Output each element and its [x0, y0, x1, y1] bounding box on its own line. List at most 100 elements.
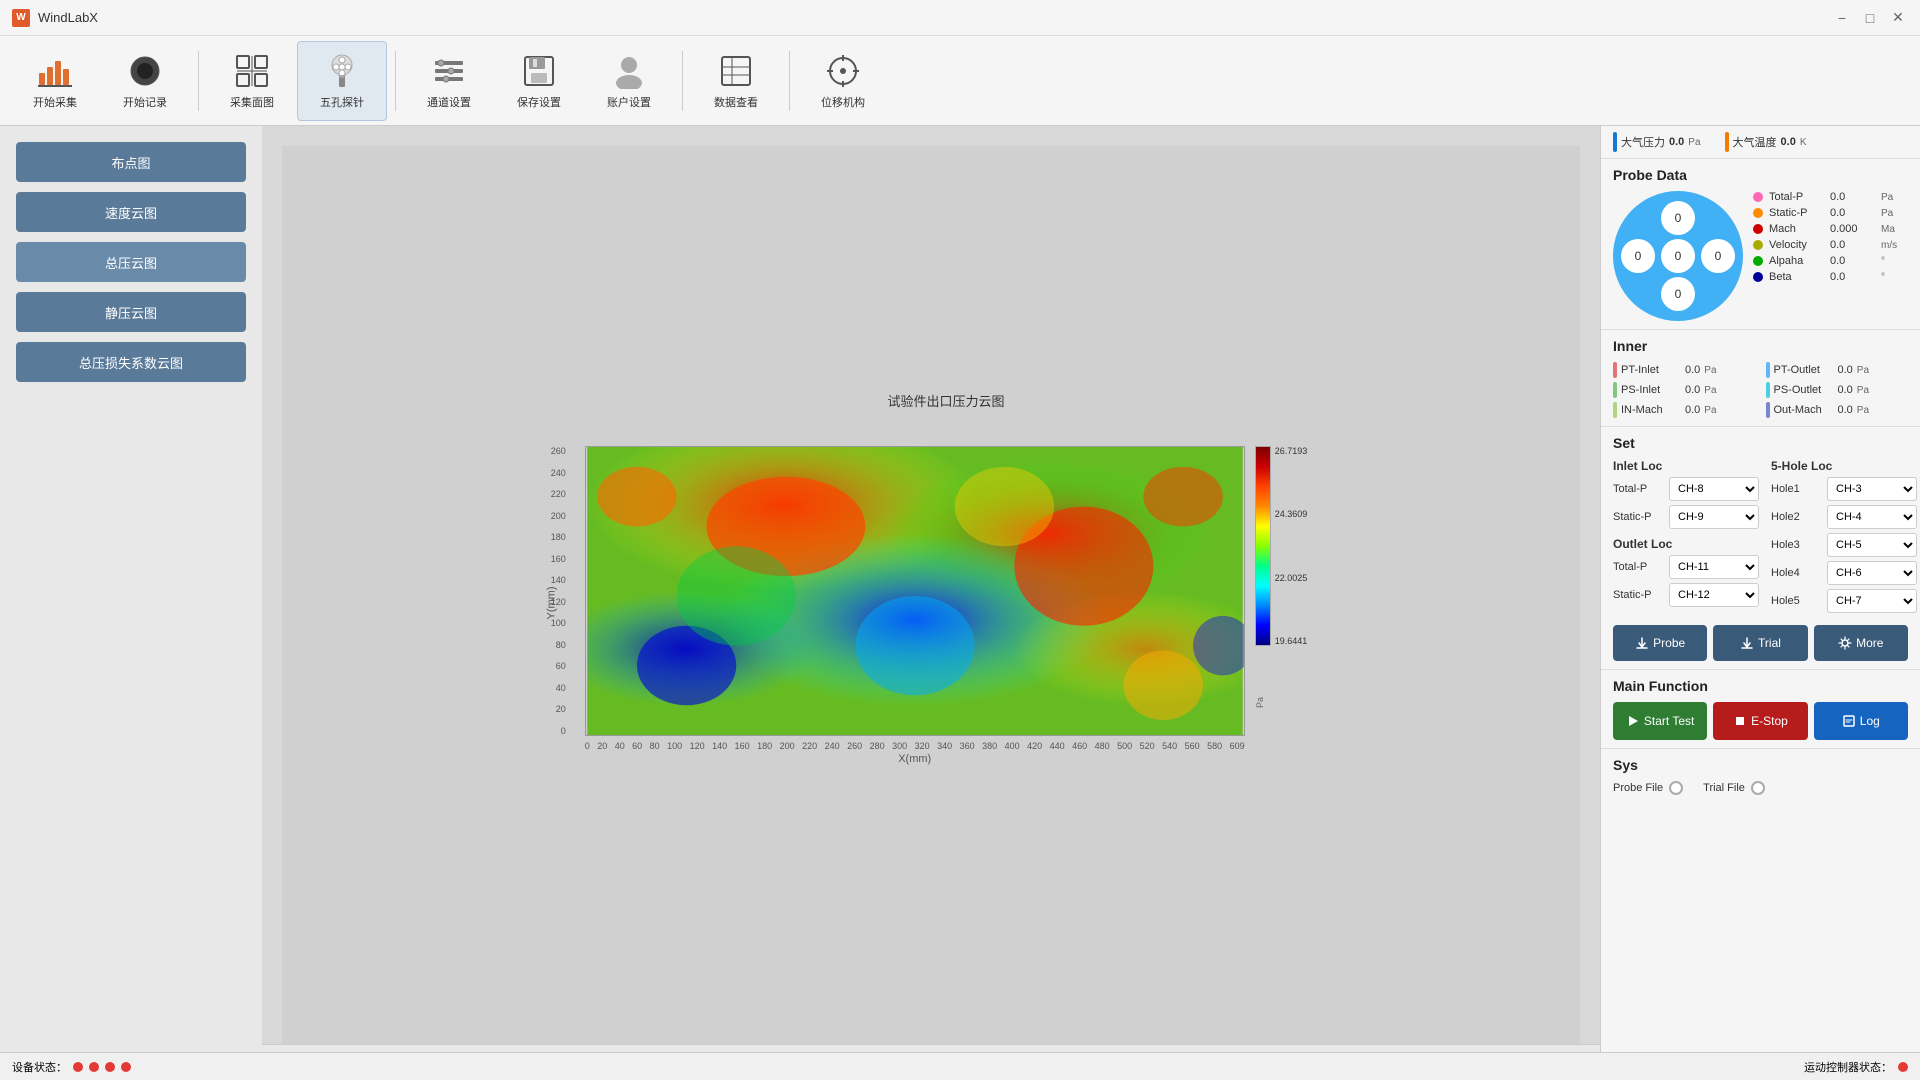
- hole2-select[interactable]: CH-4CH-1: [1827, 505, 1917, 529]
- probe-button[interactable]: Probe: [1613, 625, 1707, 661]
- alpaha-label: Alpaha: [1769, 255, 1824, 267]
- inner-pt-inlet: PT-Inlet 0.0 Pa: [1613, 362, 1756, 378]
- probe-reading-velocity: Velocity 0.0 m/s: [1753, 239, 1908, 251]
- mach-value: 0.000: [1830, 223, 1875, 235]
- inlet-total-p-select[interactable]: CH-8CH-1CH-2CH-3: [1669, 477, 1759, 501]
- title-controls: − □ ✕: [1832, 8, 1908, 28]
- static-p-value: 0.0: [1830, 207, 1875, 219]
- probe-reading-beta: Beta 0.0 °: [1753, 271, 1908, 283]
- status-dot-1: [73, 1062, 83, 1072]
- atm-temperature-value: 0.0: [1781, 136, 1796, 148]
- sys-row: Probe File Trial File: [1613, 781, 1908, 795]
- record-icon: [126, 52, 164, 90]
- toolbar-item-user-set[interactable]: 账户设置: [584, 41, 674, 121]
- in-mach-label: IN-Mach: [1621, 404, 1681, 416]
- toolbar-label-channel-set: 通道设置: [427, 94, 471, 110]
- device-status-label: 设备状态：: [12, 1059, 67, 1075]
- e-stop-label: E-Stop: [1751, 714, 1788, 728]
- start-test-button[interactable]: Start Test: [1613, 702, 1707, 740]
- toolbar-label-user-set: 账户设置: [607, 94, 651, 110]
- probe-hole-bottom: 0: [1661, 277, 1695, 311]
- trial-button-label: Trial: [1758, 636, 1781, 650]
- static-p-dot: [1753, 208, 1763, 218]
- more-button[interactable]: More: [1814, 625, 1908, 661]
- toolbar-item-position-mech[interactable]: 位移机构: [798, 41, 888, 121]
- toolbar-sep-3: [682, 51, 683, 111]
- out-mach-value: 0.0: [1838, 404, 1853, 416]
- sidebar-btn-point-map[interactable]: 布点图: [16, 142, 246, 182]
- colorbar-mid1: 24.3609: [1275, 509, 1308, 519]
- chart-svg: [585, 446, 1245, 736]
- sidebar-btn-static-pressure-map[interactable]: 静压云图: [16, 292, 246, 332]
- velocity-dot: [1753, 240, 1763, 250]
- inlet-loc: Inlet Loc Total-P CH-8CH-1CH-2CH-3 Stati…: [1613, 459, 1759, 617]
- atm-pressure-item: 大气压力 0.0 Pa: [1613, 132, 1701, 152]
- out-mach-unit: Pa: [1857, 405, 1869, 416]
- hole3-label: Hole3: [1771, 539, 1821, 551]
- right-panel: 大气压力 0.0 Pa 大气温度 0.0 K Probe Data 0 0: [1600, 126, 1920, 1080]
- more-button-label: More: [1856, 636, 1883, 650]
- inner-ps-outlet: PS-Outlet 0.0 Pa: [1766, 382, 1909, 398]
- toolbar-item-start-collect[interactable]: 开始采集: [10, 41, 100, 121]
- close-button[interactable]: ✕: [1888, 8, 1908, 28]
- position-icon: [824, 52, 862, 90]
- pt-inlet-unit: Pa: [1704, 365, 1716, 376]
- total-p-value: 0.0: [1830, 191, 1875, 203]
- probe-reading-total-p: Total-P 0.0 Pa: [1753, 191, 1908, 203]
- outlet-total-p-select[interactable]: CH-11CH-1: [1669, 555, 1759, 579]
- inner-ps-inlet: PS-Inlet 0.0 Pa: [1613, 382, 1756, 398]
- sidebar-btn-velocity-map[interactable]: 速度云图: [16, 192, 246, 232]
- probe-readings: Total-P 0.0 Pa Static-P 0.0 Pa Mach 0.00…: [1753, 191, 1908, 321]
- inlet-static-p-row: Static-P CH-9CH-1CH-2: [1613, 505, 1759, 529]
- toolbar-item-save-set[interactable]: 保存设置: [494, 41, 584, 121]
- inner-grid: PT-Inlet 0.0 Pa PS-Inlet 0.0 Pa IN-Mach …: [1613, 362, 1908, 418]
- e-stop-button[interactable]: E-Stop: [1713, 702, 1807, 740]
- in-mach-color: [1613, 402, 1617, 418]
- main-function-section: Main Function Start Test E-Stop Log: [1601, 670, 1920, 749]
- colorbar-min: 19.6441: [1275, 636, 1308, 646]
- toolbar-label-start-record: 开始记录: [123, 94, 167, 110]
- minimize-button[interactable]: −: [1832, 8, 1852, 28]
- toolbar-sep-4: [789, 51, 790, 111]
- trial-file-radio[interactable]: [1751, 781, 1765, 795]
- hole4-select[interactable]: CH-6CH-1: [1827, 561, 1917, 585]
- ps-outlet-label: PS-Outlet: [1774, 384, 1834, 396]
- outlet-static-p-select[interactable]: CH-12CH-1: [1669, 583, 1759, 607]
- inlet-static-p-select[interactable]: CH-9CH-1CH-2: [1669, 505, 1759, 529]
- probe-file-radio[interactable]: [1669, 781, 1683, 795]
- log-button[interactable]: Log: [1814, 702, 1908, 740]
- sidebar: 布点图 速度云图 总压云图 静压云图 总压损失系数云图: [0, 126, 262, 1080]
- hole1-select[interactable]: CH-3CH-1: [1827, 477, 1917, 501]
- chart-title: 试验件出口压力云图: [585, 391, 1308, 410]
- play-icon: [1626, 714, 1640, 728]
- atm-temperature-label: 大气温度: [1733, 134, 1777, 150]
- data-icon: [717, 52, 755, 90]
- probe-hole-right: 0: [1701, 239, 1735, 273]
- ps-outlet-color: [1766, 382, 1770, 398]
- beta-dot: [1753, 272, 1763, 282]
- toolbar-item-channel-set[interactable]: 通道设置: [404, 41, 494, 121]
- outlet-total-p-row: Total-P CH-11CH-1: [1613, 555, 1759, 579]
- chart-container: 试验件出口压力云图 Y(mm) 260 240 220 200 180: [282, 146, 1580, 1060]
- sidebar-btn-loss-coeff-map[interactable]: 总压损失系数云图: [16, 342, 246, 382]
- hole3-select[interactable]: CH-5CH-1: [1827, 533, 1917, 557]
- stop-icon: [1733, 714, 1747, 728]
- status-dot-3: [105, 1062, 115, 1072]
- hole5-select[interactable]: CH-7CH-1: [1827, 589, 1917, 613]
- trial-button[interactable]: Trial: [1713, 625, 1807, 661]
- toolbar-item-five-hole[interactable]: 五孔探针: [297, 41, 387, 121]
- outlet-static-p-row: Static-P CH-12CH-1: [1613, 583, 1759, 607]
- motor-status-label: 运动控制器状态：: [1804, 1059, 1892, 1075]
- toolbar-item-start-record[interactable]: 开始记录: [100, 41, 190, 121]
- motor-status-dot: [1898, 1062, 1908, 1072]
- toolbar-item-data-view[interactable]: 数据查看: [691, 41, 781, 121]
- hole1-row: Hole1 CH-3CH-1: [1771, 477, 1917, 501]
- sidebar-btn-total-pressure-map[interactable]: 总压云图: [16, 242, 246, 282]
- toolbar-item-collect-face[interactable]: 采集面图: [207, 41, 297, 121]
- probe-diagram: 0 0 0 0 0: [1613, 191, 1743, 321]
- probe-hole-center: 0: [1661, 239, 1695, 273]
- app-logo: W: [12, 9, 30, 27]
- colorbar-max: 26.7193: [1275, 446, 1308, 456]
- maximize-button[interactable]: □: [1860, 8, 1880, 28]
- outlet-static-p-label: Static-P: [1613, 589, 1663, 601]
